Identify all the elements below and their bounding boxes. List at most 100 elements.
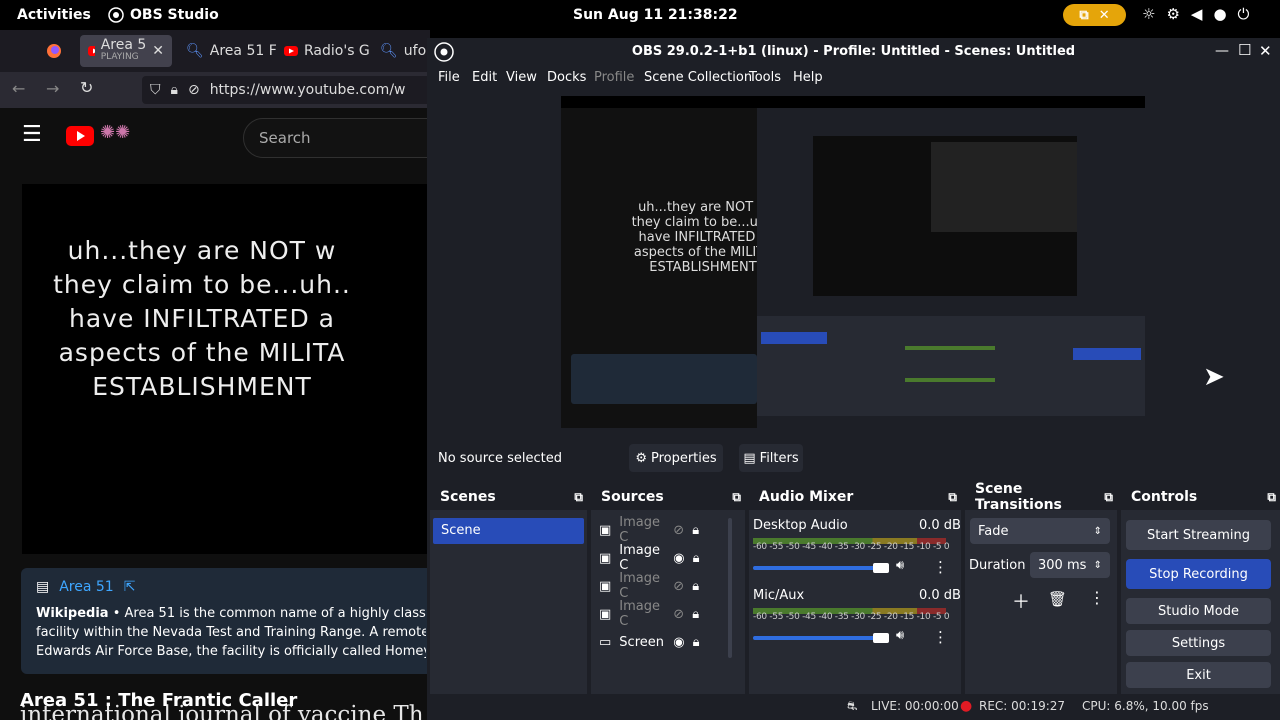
- obs-titlebar[interactable]: OBS 29.0.2-1+b1 (linux) - Profile: Untit…: [427, 38, 1280, 66]
- record-dot-icon: ●: [960, 698, 973, 714]
- shield-icon[interactable]: ⛉: [150, 82, 161, 98]
- close-window-icon[interactable]: ✕: [1259, 42, 1272, 60]
- start-streaming-button[interactable]: Start Streaming: [1126, 520, 1271, 550]
- youtube-logo[interactable]: [66, 126, 94, 146]
- speaker-icon[interactable]: 🔊︎: [896, 628, 904, 643]
- close-tab-icon[interactable]: ✕: [152, 43, 164, 59]
- permissions-icon[interactable]: ⊘: [188, 82, 200, 98]
- transition-select[interactable]: Fade ⇕: [970, 518, 1110, 544]
- tab-area51[interactable]: 🔍︎ Area 51 F: [186, 35, 277, 67]
- tab-firefox[interactable]: [46, 35, 62, 67]
- more-icon[interactable]: ⋮: [1089, 588, 1105, 607]
- tab-label: Radio's G: [304, 43, 370, 59]
- minimize-icon[interactable]: —: [1215, 43, 1229, 59]
- app-menu[interactable]: OBS Studio: [108, 7, 219, 23]
- search-input[interactable]: Search: [243, 118, 443, 158]
- stop-recording-button[interactable]: Stop Recording: [1126, 559, 1271, 589]
- preview-canvas[interactable]: uh...they are NOT w they claim to be...uh…: [427, 92, 1280, 434]
- duration-value: 300 ms: [1038, 557, 1087, 573]
- undock-icon[interactable]: ⧉: [574, 490, 583, 505]
- lock-icon[interactable]: 🔒︎: [171, 82, 178, 98]
- tab-radio[interactable]: Radio's G: [284, 35, 370, 67]
- filters-label: Filters: [759, 450, 799, 466]
- gear-icon: ⚙: [635, 450, 647, 466]
- lock-icon[interactable]: 🔒︎: [693, 635, 700, 650]
- undock-icon[interactable]: ⧉: [732, 490, 741, 505]
- menu-tools[interactable]: Tools: [749, 70, 781, 85]
- wiki-title-link[interactable]: Area 51: [59, 578, 113, 597]
- source-name: Image C: [619, 515, 661, 545]
- eye-hidden-icon[interactable]: ⊘: [673, 523, 684, 538]
- undock-icon[interactable]: ⧉: [948, 490, 957, 505]
- menu-help[interactable]: Help: [793, 70, 823, 85]
- menu-docks[interactable]: Docks: [547, 70, 586, 85]
- hamburger-menu-icon[interactable]: ☰: [22, 122, 42, 147]
- scene-item[interactable]: Scene: [433, 518, 584, 544]
- activities-button[interactable]: Activities: [17, 7, 91, 23]
- doodle-logo-icon[interactable]: ✺✺: [100, 122, 130, 143]
- source-item[interactable]: ▣ Image C ◉ 🔒︎: [599, 543, 700, 573]
- eye-hidden-icon[interactable]: ⊘: [673, 579, 684, 594]
- eye-icon[interactable]: ◉: [673, 551, 684, 566]
- filters-button[interactable]: ▤ Filters: [739, 444, 803, 472]
- undock-icon[interactable]: ⧉: [1104, 490, 1113, 505]
- audio-mixer-dock: Audio Mixer ⧉ Desktop Audio 0.0 dB -60 -5…: [749, 484, 961, 720]
- menu-profile[interactable]: Profile: [594, 70, 634, 85]
- controls-title: Controls: [1131, 489, 1198, 505]
- menu-edit[interactable]: Edit: [472, 70, 497, 85]
- add-icon[interactable]: ＋: [1012, 588, 1030, 614]
- source-item[interactable]: ▭ Screen ◉ 🔒︎: [599, 628, 700, 656]
- url-text: https://www.youtube.com/w: [209, 82, 406, 98]
- lock-icon[interactable]: 🔒︎: [692, 523, 699, 538]
- clock[interactable]: Sun Aug 11 21:38:22: [573, 7, 738, 23]
- speaker-icon[interactable]: 🔊︎: [896, 558, 904, 573]
- caption-line: aspects of the MILITA: [58, 338, 346, 367]
- monitor-icon: ▭: [599, 634, 612, 650]
- source-item[interactable]: ▣ Image C ⊘ 🔒︎: [599, 571, 699, 601]
- settings-button[interactable]: Settings: [1126, 630, 1271, 656]
- lock-icon[interactable]: 🔒︎: [693, 551, 700, 566]
- source-item[interactable]: ▣ Image C ⊘ 🔒︎: [599, 515, 699, 545]
- menu-scene-collection[interactable]: Scene Collection: [644, 70, 752, 85]
- menu-file[interactable]: File: [438, 70, 460, 85]
- screen-share-indicator[interactable]: ⧉ ✕: [1063, 4, 1126, 26]
- source-name: Image C: [619, 599, 661, 629]
- caption-line: uh...they are NOT w: [67, 236, 337, 265]
- maximize-icon[interactable]: ☐: [1238, 41, 1251, 59]
- properties-button[interactable]: ⚙ Properties: [629, 444, 723, 472]
- url-bar[interactable]: ⛉ 🔒︎ ⊘ https://www.youtube.com/w: [142, 76, 442, 104]
- studio-mode-button[interactable]: Studio Mode: [1126, 598, 1271, 624]
- sources-scrollbar[interactable]: [728, 518, 732, 658]
- source-item[interactable]: ▣ Image C ⊘ 🔒︎: [599, 599, 699, 629]
- search-icon: 🔍︎: [186, 43, 204, 59]
- spin-arrows-icon[interactable]: ⇕: [1094, 560, 1102, 571]
- eye-hidden-icon[interactable]: ⊘: [673, 607, 684, 622]
- system-tray[interactable]: ☼ ⚙ ◀ ● ⏻: [1142, 5, 1249, 23]
- cpu-usage: CPU: 6.8%, 10.00 fps: [1082, 699, 1209, 713]
- lock-icon[interactable]: 🔒︎: [692, 607, 699, 622]
- more-icon[interactable]: ⋮: [933, 558, 948, 576]
- volume-slider[interactable]: [753, 636, 883, 640]
- trash-icon[interactable]: 🗑︎: [1048, 590, 1067, 608]
- menu-view[interactable]: View: [506, 70, 537, 85]
- external-link-icon[interactable]: ⇱: [124, 578, 136, 597]
- back-icon[interactable]: ←: [12, 79, 25, 98]
- live-time: LIVE: 00:00:00: [871, 699, 959, 713]
- close-icon[interactable]: ✕: [1099, 8, 1110, 23]
- reload-icon[interactable]: ↻: [80, 78, 93, 97]
- undock-icon[interactable]: ⧉: [1267, 490, 1276, 505]
- video-player[interactable]: uh...they are NOT w they claim to be...u…: [22, 184, 442, 554]
- duration-spinbox[interactable]: 300 ms ⇕: [1030, 552, 1110, 578]
- more-icon[interactable]: ⋮: [933, 628, 948, 646]
- filter-icon: ▤: [743, 450, 756, 466]
- exit-button[interactable]: Exit: [1126, 662, 1271, 688]
- volume-slider[interactable]: [753, 566, 883, 570]
- forward-icon[interactable]: →: [46, 79, 59, 98]
- volume-slider-knob[interactable]: [873, 563, 889, 573]
- volume-slider-knob[interactable]: [873, 633, 889, 643]
- lock-icon[interactable]: 🔒︎: [692, 579, 699, 594]
- eye-icon[interactable]: ◉: [673, 635, 684, 650]
- wiki-text: • Area 51 is the common name of a highly…: [112, 606, 426, 621]
- wiki-source[interactable]: Wikipedia: [36, 606, 109, 621]
- tab-youtube-active[interactable]: Area 5 PLAYING ✕: [80, 35, 172, 67]
